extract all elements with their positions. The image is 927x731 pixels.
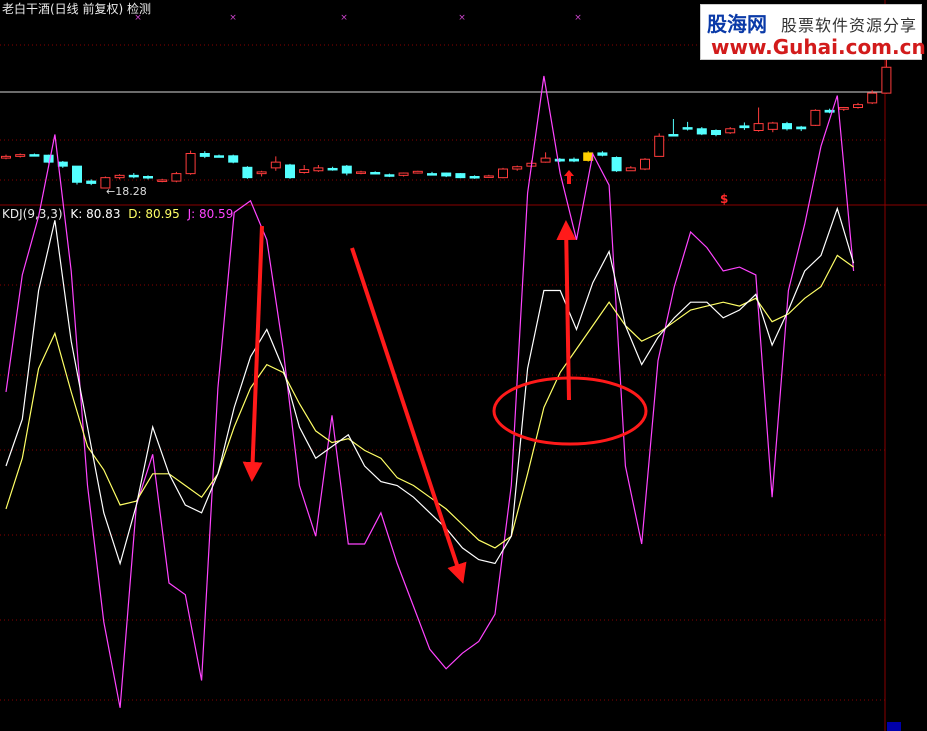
candle-body (441, 172, 452, 177)
buy-arrow-icon (564, 170, 574, 184)
watermark-brand: 股海网 (707, 12, 767, 36)
candle-body (228, 155, 239, 163)
candle-body (256, 171, 267, 175)
candle-body (427, 173, 437, 176)
candle-body (554, 158, 565, 162)
period-marker: × (340, 13, 348, 23)
candle-body (143, 176, 153, 179)
d-value: D: 80.95 (128, 207, 180, 221)
period-marker: × (458, 13, 466, 23)
candle-body (86, 180, 97, 184)
candle-body (114, 174, 125, 179)
candle-body (739, 125, 750, 129)
candle-body (753, 123, 764, 131)
watermark-logo: 股海网 股票软件资源分享 www.Guhai.com.cn (700, 4, 926, 60)
candle-body (881, 66, 892, 94)
candle-body (72, 165, 82, 183)
candle-body (853, 104, 863, 108)
candle-body (285, 164, 295, 179)
candle-body (640, 158, 650, 170)
candle-body (796, 126, 807, 130)
period-marker: × (229, 13, 237, 23)
candle-body (625, 167, 636, 172)
candle-body (569, 158, 579, 162)
scroll-thumb (887, 722, 901, 731)
candle-body (654, 135, 665, 157)
kdj-series[interactable] (5, 75, 855, 708)
candle-body (199, 153, 210, 157)
candle-body (242, 166, 253, 179)
chart-canvas[interactable]: × × × × × (0, 0, 927, 731)
low-price-marker: ←18.28 (106, 185, 147, 198)
candle-body (398, 172, 409, 176)
up-arrow (556, 220, 577, 401)
candle-body (157, 179, 168, 182)
candle-body (512, 166, 523, 170)
candle-body (370, 171, 381, 175)
candle-body (611, 157, 622, 172)
candle-body (412, 170, 423, 174)
candle-body (597, 152, 608, 156)
kdj-label: KDJ(9,3,3) (2, 207, 63, 221)
kdj-chart-window: × × × × × 老白干酒(日线 前复权) 检测 KDJ(9,3,3) K: 80.8… (0, 0, 927, 731)
candle-body (782, 123, 792, 130)
candle-body (1, 155, 11, 159)
d-line (5, 254, 854, 549)
candle-body (483, 175, 494, 178)
j-line (5, 75, 855, 708)
candle-body (341, 165, 352, 174)
candle-body (185, 153, 196, 175)
candle-body (682, 127, 693, 130)
j-value: J: 80.59 (187, 207, 234, 221)
candle-body (668, 134, 679, 137)
candle-body (498, 168, 508, 179)
k-value: K: 80.83 (70, 207, 121, 221)
candle-body (29, 154, 40, 157)
candle-body (810, 109, 821, 126)
watermark-slogan: 股票软件资源分享 (781, 16, 918, 35)
candlestick-series[interactable] (1, 55, 892, 189)
candle-body (128, 174, 139, 178)
candle-body (327, 167, 338, 171)
signal-mark: $ (720, 192, 729, 206)
candle-body (725, 128, 736, 134)
candle-body (455, 173, 466, 179)
k-line (5, 206, 855, 566)
candle-body (469, 176, 480, 179)
period-marker: × (574, 13, 582, 23)
candle-body (270, 161, 281, 169)
candle-body (838, 107, 849, 110)
candle-body (696, 128, 707, 135)
candle-body (57, 161, 68, 167)
watermark-url: www.Guhai.com.cn (711, 35, 926, 59)
candle-body (299, 169, 310, 173)
candle-body (356, 171, 366, 174)
kdj-legend: KDJ(9,3,3) K: 80.83 D: 80.95 J: 80.59 (2, 207, 233, 221)
chart-title: 老白干酒(日线 前复权) 检测 (2, 2, 151, 16)
candle-body (540, 157, 551, 163)
candle-body (711, 130, 721, 136)
down-arrow-2 (350, 247, 467, 584)
candle-body (15, 154, 26, 157)
candle-body (214, 155, 224, 158)
annotations (242, 220, 648, 584)
candle-body (313, 167, 324, 172)
candle-body (867, 92, 878, 104)
chart-grid: × × × × × (0, 0, 927, 731)
candle-body (43, 154, 54, 163)
candle-body (171, 173, 182, 182)
candle-body (384, 174, 395, 177)
candle-body (767, 122, 778, 130)
